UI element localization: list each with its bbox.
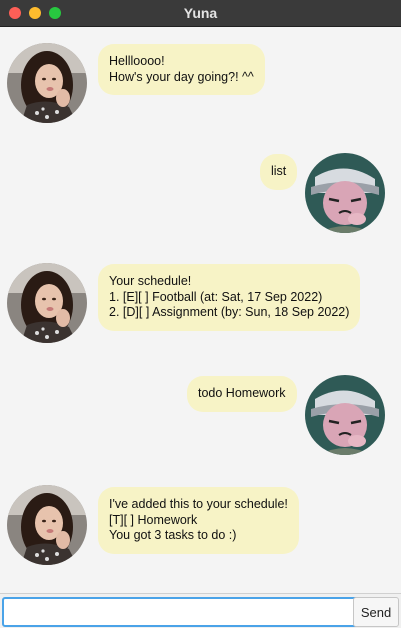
yuna-message-bubble: Hellloooo! How's your day going?! ^^ <box>98 44 265 95</box>
input-bar: Send <box>0 593 401 628</box>
yuna-message-bubble: Your schedule! 1. [E][ ] Football (at: S… <box>98 264 361 331</box>
yuna-avatar <box>7 485 87 565</box>
user-message-bubble: todo Homework <box>187 376 297 412</box>
message-text-line: You got 3 tasks to do :) <box>109 528 237 542</box>
user-avatar <box>305 153 385 233</box>
message-text-line: Your schedule! <box>109 274 192 288</box>
yuna-avatar-image <box>7 43 87 123</box>
title-bar: Yuna <box>0 0 401 27</box>
yuna-avatar-image <box>7 485 87 565</box>
user-avatar-image <box>305 153 385 233</box>
message-text-line: 1. [E][ ] Football (at: Sat, 17 Sep 2022… <box>109 289 323 304</box>
yuna-avatar-image <box>7 263 87 343</box>
app-window: Yuna Hellloooo! How's your day going?! ^… <box>0 0 401 628</box>
window-title: Yuna <box>183 5 218 21</box>
chat-area[interactable]: Hellloooo! How's your day going?! ^^ lis… <box>0 27 401 593</box>
message-text-line: list <box>271 164 287 178</box>
yuna-avatar <box>7 263 87 343</box>
message-text-line: I've added this to your schedule! <box>109 497 288 511</box>
message-text-line: Hellloooo! <box>109 54 165 68</box>
user-avatar <box>305 375 385 455</box>
message-text-line: How's your day going?! ^^ <box>109 69 254 84</box>
yuna-avatar <box>7 43 87 123</box>
message-text-line: todo Homework <box>198 386 286 400</box>
yuna-message-bubble: I've added this to your schedule! [T][ ]… <box>98 487 299 554</box>
user-message-bubble: list <box>260 154 298 190</box>
message-text-line: [T][ ] Homework <box>109 512 198 527</box>
send-button[interactable]: Send <box>353 597 399 627</box>
user-avatar-image <box>305 375 385 455</box>
message-input[interactable] <box>2 597 359 627</box>
message-text-line: 2. [D][ ] Assignment (by: Sun, 18 Sep 20… <box>109 305 350 319</box>
